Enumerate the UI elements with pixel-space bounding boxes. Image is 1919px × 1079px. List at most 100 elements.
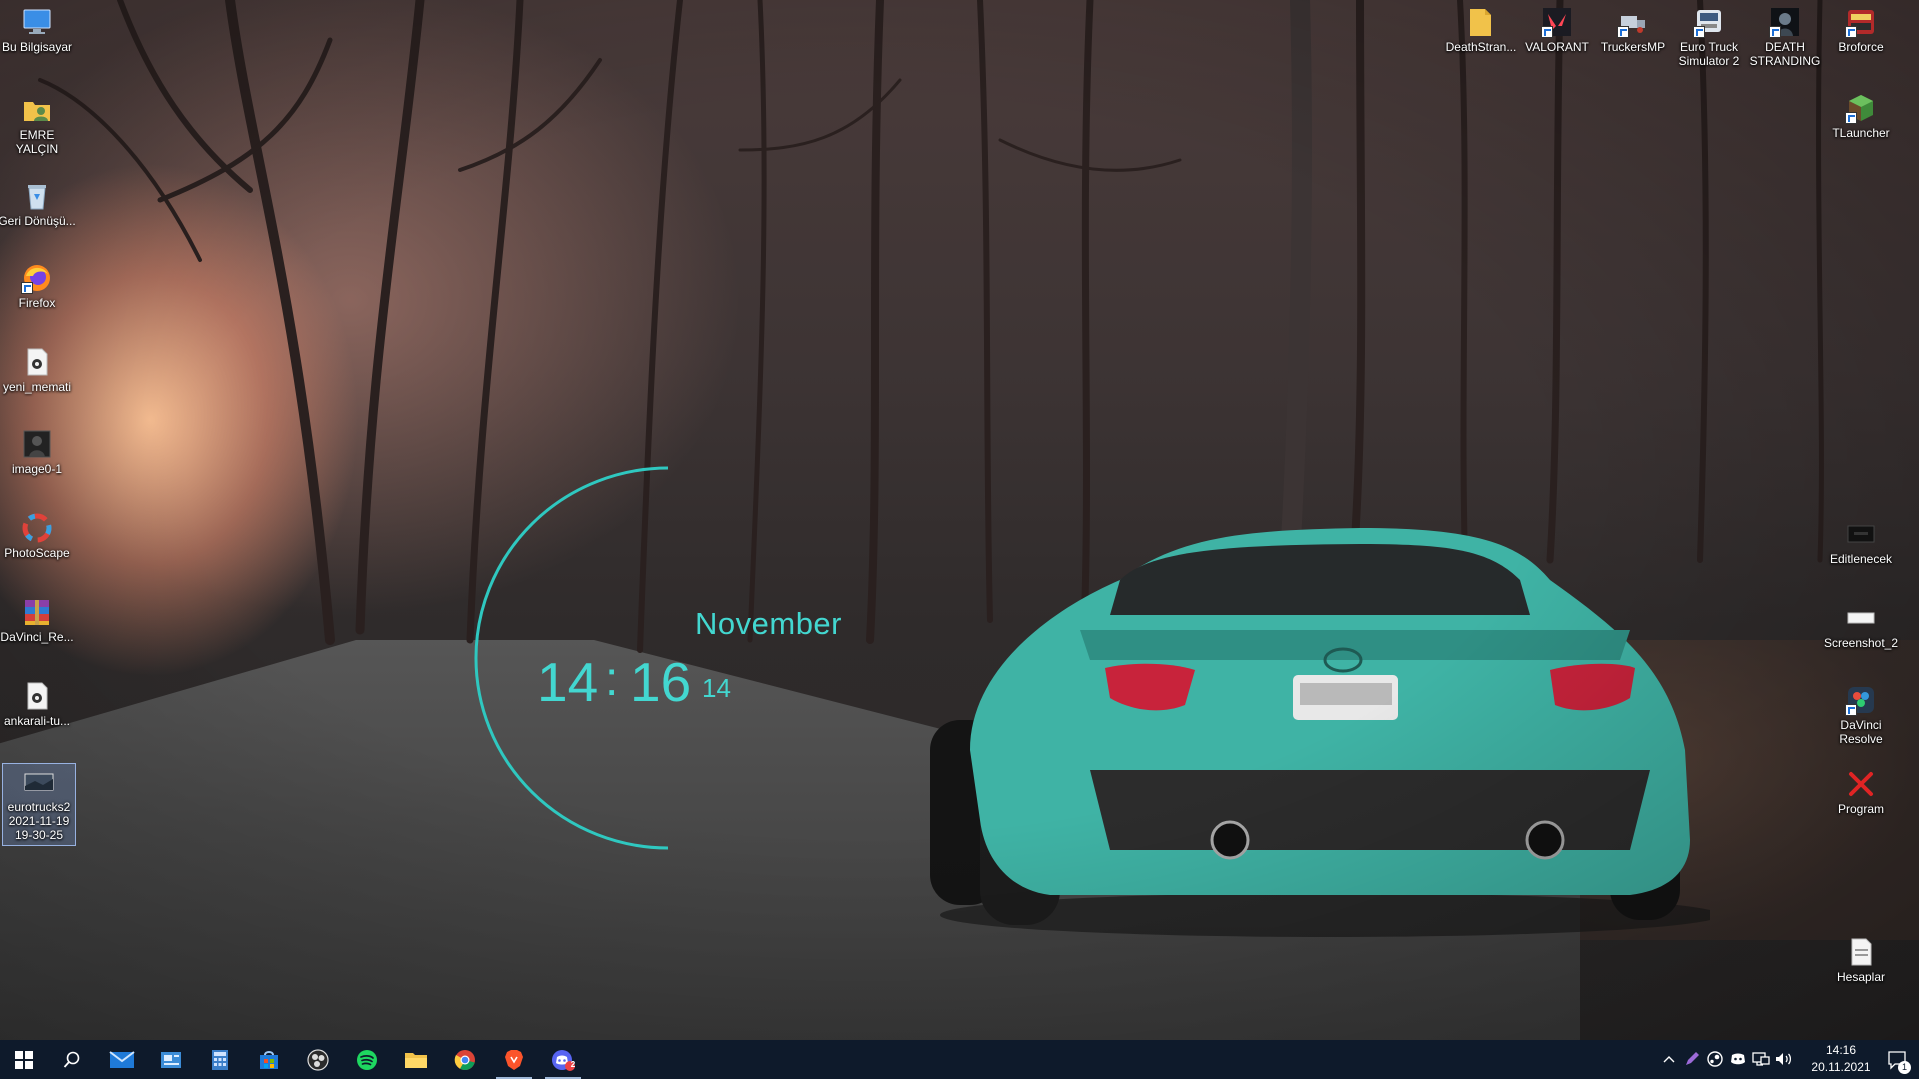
brave-app[interactable] xyxy=(490,1040,538,1079)
tray-network[interactable] xyxy=(1751,1049,1771,1069)
discord-tray-icon xyxy=(1731,1053,1745,1065)
desktop-icon-label: EMRE YALÇIN xyxy=(15,128,59,156)
desktop-icon-label: DaVinci Resolve xyxy=(1839,718,1883,746)
desktop-icon-yeni-memati[interactable]: yeni_memati xyxy=(0,346,76,394)
tray-steam[interactable] xyxy=(1705,1049,1725,1069)
store-app[interactable] xyxy=(245,1040,293,1079)
desktop-icon-this-pc[interactable]: Bu Bilgisayar xyxy=(0,6,76,54)
file-explorer-app[interactable] xyxy=(392,1040,440,1079)
desktop-icon-program[interactable]: Program xyxy=(1822,768,1900,816)
wallpaper-vignette xyxy=(0,0,1919,1040)
red-x-icon xyxy=(1845,768,1877,800)
chevron-up-icon xyxy=(1663,1056,1675,1063)
taskbar-date: 20.11.2021 xyxy=(1811,1060,1871,1074)
docx-file-icon xyxy=(1845,936,1877,968)
brave-icon xyxy=(505,1049,523,1070)
desktop-icon-davinci-resolve[interactable]: DaVinci Resolve xyxy=(1822,684,1900,746)
shortcut-arrow-icon xyxy=(1617,26,1629,38)
desktop-icon-label: VALORANT xyxy=(1525,40,1589,54)
taskbar-clock[interactable]: 14:16 20.11.2021 xyxy=(1803,1042,1879,1076)
shortcut-arrow-icon xyxy=(1845,704,1857,716)
desktop-icon-label: eurotrucks2 2021-11-19 19-30-25 xyxy=(7,800,71,842)
valorant-icon xyxy=(1541,6,1573,38)
clock-minute: 16 xyxy=(630,651,692,713)
desktop-icon-ankarali[interactable]: ankarali-tu... xyxy=(0,680,76,728)
shortcut-arrow-icon xyxy=(1769,26,1781,38)
desktop-icon-truckersmp[interactable]: TruckersMP xyxy=(1594,6,1672,54)
discord-app[interactable]: 2 xyxy=(539,1040,587,1079)
tray-volume[interactable] xyxy=(1774,1049,1794,1069)
desktop-icon-label: TruckersMP xyxy=(1600,40,1666,54)
desktop-icon-death-stranding[interactable]: DEATH STRANDING xyxy=(1746,6,1824,68)
desktop-wallpaper xyxy=(0,0,1919,1040)
start-button[interactable] xyxy=(0,1040,48,1079)
death-stranding-icon xyxy=(1769,6,1801,38)
desktop-icon-image0-1[interactable]: image0-1 xyxy=(0,428,76,476)
search-icon xyxy=(63,1051,80,1068)
calculator-app[interactable] xyxy=(196,1040,244,1079)
tray-overflow-button[interactable] xyxy=(1659,1049,1679,1069)
desktop-icon-valorant[interactable]: VALORANT xyxy=(1518,6,1596,54)
discord-notification-badge: 2 xyxy=(570,1060,576,1069)
store-icon xyxy=(260,1050,278,1069)
desktop-icon-label: Editlenecek xyxy=(1829,552,1893,566)
desktop-icon-davinci-archive[interactable]: DaVinci_Re... xyxy=(0,596,76,644)
truckersmp-icon xyxy=(1617,6,1649,38)
tray-discord[interactable] xyxy=(1728,1049,1748,1069)
chrome-app[interactable] xyxy=(441,1040,489,1079)
obs-app[interactable] xyxy=(294,1040,342,1079)
desktop-icon-label: yeni_memati xyxy=(2,380,72,394)
screenshot-file-icon xyxy=(23,766,55,798)
desktop-icon-euro-truck-simulator[interactable]: Euro Truck Simulator 2 xyxy=(1670,6,1748,68)
network-icon xyxy=(1752,1052,1770,1066)
desktop-icon-tlauncher[interactable]: TLauncher xyxy=(1822,92,1900,140)
clock-widget: November 14 : 16 14 xyxy=(470,460,890,860)
desktop-icon-label: PhotoScape xyxy=(4,546,70,560)
spotify-app[interactable] xyxy=(343,1040,391,1079)
clock-second: 14 xyxy=(702,673,731,703)
news-app[interactable] xyxy=(147,1040,195,1079)
desktop-icon-label: Program xyxy=(1837,802,1884,816)
desktop-icon-deathstranding-folder[interactable]: DeathStran... xyxy=(1442,6,1520,54)
taskbar-time: 14:16 xyxy=(1825,1043,1857,1057)
desktop-icon-eurotrucks-screenshot[interactable]: eurotrucks2 2021-11-19 19-30-25 xyxy=(2,763,76,846)
davinci-resolve-icon xyxy=(1845,684,1877,716)
clock-hour: 14 xyxy=(537,651,599,713)
desktop-icon-recycle-bin[interactable]: Geri Dönüşü... xyxy=(0,180,76,228)
this-pc-icon xyxy=(21,6,53,38)
mail-app[interactable] xyxy=(98,1040,146,1079)
desktop-icon-editlenecek[interactable]: Editlenecek xyxy=(1822,518,1900,566)
desktop-icon-firefox[interactable]: Firefox xyxy=(0,262,76,310)
shortcut-arrow-icon xyxy=(21,282,33,294)
search-button[interactable] xyxy=(48,1040,96,1079)
media-file-icon xyxy=(21,346,53,378)
euro-truck-simulator-icon xyxy=(1693,6,1725,38)
desktop-icon-hesaplar[interactable]: Hesaplar xyxy=(1822,936,1900,984)
desktop-icon-screenshot-2[interactable]: Screenshot_2 xyxy=(1822,602,1900,650)
action-center-button[interactable]: 1 xyxy=(1879,1040,1915,1079)
clock-separator: : xyxy=(605,653,619,706)
chrome-icon xyxy=(454,1049,475,1070)
desktop-icon-label: TLauncher xyxy=(1832,126,1890,140)
image-file-icon xyxy=(21,428,53,460)
video-file-icon xyxy=(1845,518,1877,550)
shortcut-arrow-icon xyxy=(1541,26,1553,38)
shortcut-arrow-icon xyxy=(1845,112,1857,124)
desktop-icon-label: Euro Truck Simulator 2 xyxy=(1678,40,1740,68)
desktop-icon-label: image0-1 xyxy=(11,462,63,476)
shortcut-arrow-icon xyxy=(1845,26,1857,38)
clock-month: November xyxy=(695,606,842,641)
desktop-icon-user-folder[interactable]: EMRE YALÇIN xyxy=(0,94,76,156)
tray-pen[interactable] xyxy=(1682,1049,1702,1069)
desktop-icon-broforce[interactable]: Broforce xyxy=(1822,6,1900,54)
recycle-bin-icon xyxy=(21,180,53,212)
shortcut-arrow-icon xyxy=(1693,26,1705,38)
windows-logo-icon xyxy=(15,1050,33,1069)
desktop-icon-label: Hesaplar xyxy=(1836,970,1886,984)
tlauncher-icon xyxy=(1845,92,1877,124)
pen-icon xyxy=(1686,1052,1699,1065)
desktop-icon-photoscape[interactable]: PhotoScape xyxy=(0,512,76,560)
folder-icon xyxy=(1465,6,1497,38)
winrar-archive-icon xyxy=(21,596,53,628)
steam-icon xyxy=(1707,1051,1723,1067)
